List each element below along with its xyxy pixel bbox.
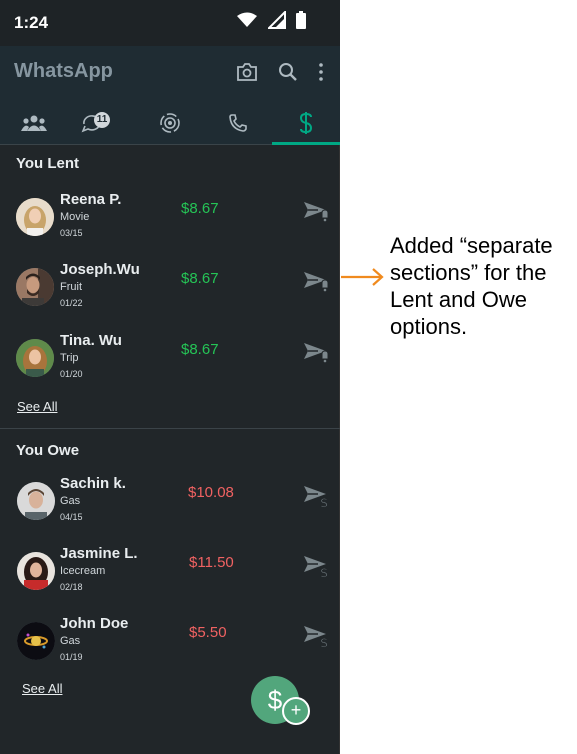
owe-row[interactable]: John Doe Gas 01/19 $5.50 $ (0, 610, 340, 672)
avatar (16, 339, 54, 377)
amount: $11.50 (189, 554, 234, 571)
camera-icon[interactable] (236, 62, 258, 82)
owe-section-title: You Owe (16, 442, 80, 459)
avatar (16, 198, 54, 236)
phone-icon (229, 114, 247, 132)
tab-status[interactable] (136, 102, 204, 144)
annotation-text: Added “separate sections” for the Lent a… (390, 233, 553, 339)
contact-name: Jasmine L. (60, 545, 138, 562)
memo: Gas (60, 635, 81, 647)
wifi-icon (237, 12, 257, 27)
status-bar: 1:24 (0, 0, 340, 46)
lent-row[interactable]: Joseph.Wu Fruit 01/22 $8.67 (0, 256, 340, 318)
contact-name: Sachin k. (60, 475, 126, 492)
send-money-icon[interactable]: $ (302, 620, 330, 648)
amount: $8.67 (181, 341, 219, 358)
battery-icon (296, 11, 306, 29)
annotation-arrow-icon (341, 268, 384, 286)
avatar (17, 482, 55, 520)
chats-unread-badge: 11 (94, 112, 110, 128)
date: 04/15 (60, 512, 83, 522)
date: 03/15 (60, 228, 83, 238)
communities-icon (21, 115, 47, 131)
search-icon[interactable] (278, 62, 298, 82)
tab-communities[interactable] (0, 102, 68, 144)
phone-screen: 1:24 WhatsApp 11 You Lent Reena P. Movie… (0, 0, 340, 754)
signal-icon (268, 11, 286, 29)
owe-see-all-link[interactable]: See All (22, 681, 62, 696)
status-icons (236, 11, 306, 29)
tab-payments[interactable] (272, 102, 340, 145)
date: 01/19 (60, 652, 83, 662)
lent-section-title: You Lent (16, 155, 80, 172)
svg-text:$: $ (320, 496, 328, 508)
tab-bar: 11 (0, 102, 340, 145)
svg-text:$: $ (320, 636, 328, 648)
amount: $8.67 (181, 270, 219, 287)
tab-chats[interactable]: 11 (68, 102, 136, 144)
avatar (17, 552, 55, 590)
contact-name: Tina. Wu (60, 332, 122, 349)
amount: $5.50 (189, 624, 227, 641)
date: 01/20 (60, 369, 83, 379)
contact-name: Reena P. (60, 191, 122, 208)
tab-calls[interactable] (204, 102, 272, 144)
lent-see-all-link[interactable]: See All (17, 399, 57, 414)
send-money-icon[interactable]: $ (302, 480, 330, 508)
date: 01/22 (60, 298, 83, 308)
send-money-icon[interactable]: $ (302, 550, 330, 578)
avatar (16, 268, 54, 306)
status-icon (160, 113, 180, 133)
avatar (17, 622, 55, 660)
lent-row[interactable]: Tina. Wu Trip 01/20 $8.67 (0, 327, 340, 389)
plus-icon[interactable]: + (282, 697, 310, 725)
app-title: WhatsApp (14, 60, 113, 82)
send-reminder-icon[interactable] (302, 196, 330, 224)
memo: Fruit (60, 281, 82, 293)
memo: Gas (60, 495, 81, 507)
owe-row[interactable]: Sachin k. Gas 04/15 $10.08 $ (0, 470, 340, 532)
memo: Icecream (60, 565, 106, 577)
owe-row[interactable]: Jasmine L. Icecream 02/18 $11.50 $ (0, 540, 340, 602)
more-vert-icon[interactable] (318, 62, 324, 82)
amount: $10.08 (188, 484, 234, 501)
status-time: 1:24 (14, 13, 49, 32)
dollar-icon (299, 112, 313, 134)
section-divider (0, 428, 340, 429)
send-reminder-icon[interactable] (302, 337, 330, 365)
contact-name: Joseph.Wu (60, 261, 140, 278)
contact-name: John Doe (60, 615, 129, 632)
app-bar: WhatsApp (0, 46, 340, 102)
lent-row[interactable]: Reena P. Movie 03/15 $8.67 (0, 186, 340, 248)
memo: Movie (60, 211, 90, 223)
appbar-actions (236, 62, 324, 82)
svg-text:$: $ (320, 566, 328, 578)
date: 02/18 (60, 582, 83, 592)
send-reminder-icon[interactable] (302, 266, 330, 294)
amount: $8.67 (181, 200, 219, 217)
memo: Trip (60, 352, 79, 364)
